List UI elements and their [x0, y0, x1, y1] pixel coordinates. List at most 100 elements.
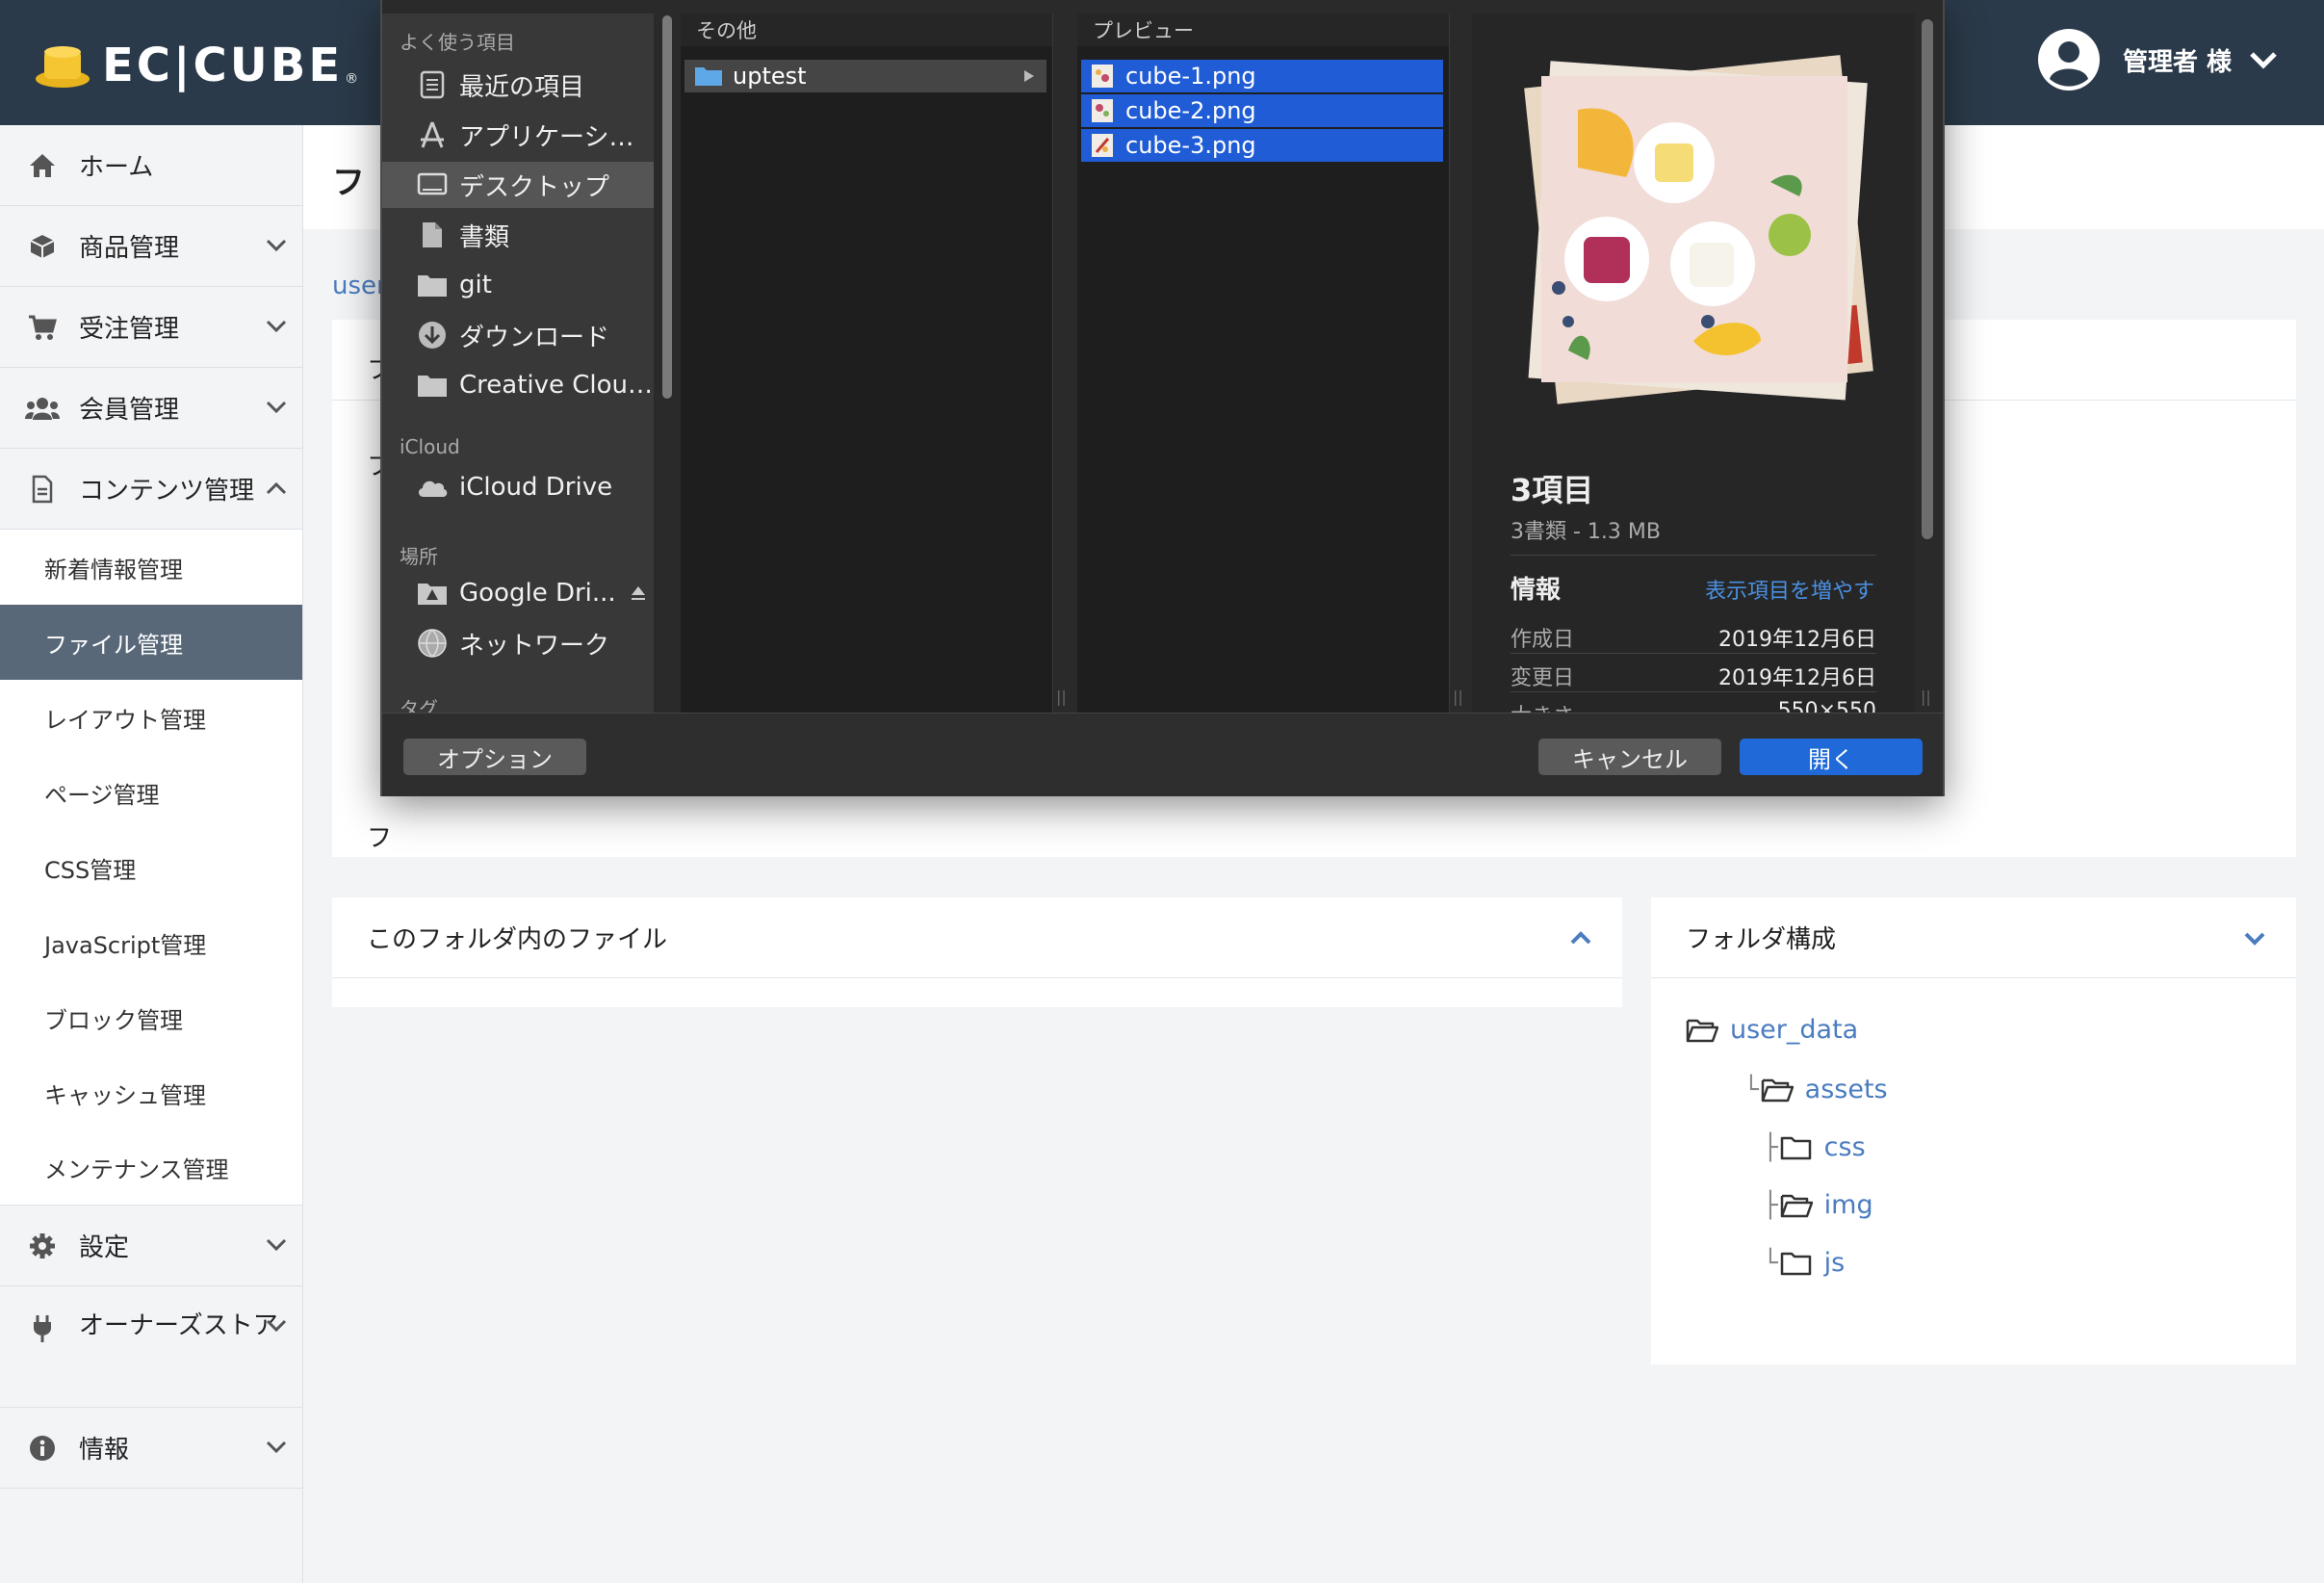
preview-info-row: 大きさ 550×550 — [1511, 699, 1876, 713]
sidebar-subitem-news[interactable]: 新着情報管理 — [0, 530, 302, 605]
desktop-icon — [415, 168, 450, 202]
dialog-sidebar-item-creative-cloud[interactable]: Creative Clou… — [382, 362, 654, 408]
sidebar-item-home[interactable]: ホーム — [0, 125, 302, 206]
column-header: プレビュー — [1077, 13, 1449, 46]
info-value: 2019年12月6日 — [1718, 628, 1876, 652]
folder-tree-item[interactable]: └ assets — [1743, 1075, 1888, 1104]
breadcrumb[interactable]: user — [332, 272, 387, 300]
sidebar-subitem-blocks[interactable]: ブロック管理 — [0, 980, 302, 1055]
sidebar-item-label: 設定 — [79, 1233, 130, 1262]
folder-tree-item[interactable]: └ js — [1763, 1248, 1845, 1278]
file-row-cube-1[interactable]: cube-1.png — [1081, 60, 1443, 92]
sidebar-item-settings[interactable]: 設定 — [0, 1206, 302, 1286]
favorites-heading: よく使う項目 — [400, 31, 515, 54]
sidebar-item-owners-store[interactable]: オーナーズストア — [0, 1286, 302, 1408]
sidebar-item-members[interactable]: 会員管理 — [0, 368, 302, 449]
disclosure-arrow-icon — [1024, 70, 1034, 82]
chevron-down-icon — [266, 1440, 287, 1454]
folder-tree-item[interactable]: ├ css — [1763, 1132, 1866, 1162]
sidebar-item-info[interactable]: 情報 — [0, 1408, 302, 1489]
folder-card-header[interactable]: フォルダ構成 — [1651, 897, 2296, 978]
documents-icon — [415, 218, 450, 252]
file-row-cube-3[interactable]: cube-3.png — [1081, 129, 1443, 162]
sidebar-subitem-cache[interactable]: キャッシュ管理 — [0, 1055, 302, 1130]
dialog-sidebar-item-network[interactable]: ネットワーク — [382, 620, 654, 666]
column-resize-handle[interactable]: || — [1921, 688, 1931, 706]
sidebar-item-label: コンテンツ管理 — [79, 477, 255, 506]
files-card: このフォルダ内のファイル — [332, 897, 1622, 1007]
folder-tree-label: css — [1823, 1132, 1866, 1162]
cancel-button[interactable]: キャンセル — [1538, 739, 1721, 775]
preview-scrollbar[interactable] — [1922, 19, 1933, 539]
open-button[interactable]: 開く — [1740, 739, 1923, 775]
preview-summary: 3書類 - 1.3 MB — [1511, 520, 1661, 544]
folder-open-icon — [1761, 1078, 1794, 1102]
file-row-label: cube-1.png — [1125, 63, 1256, 90]
folder-icon — [415, 368, 450, 402]
files-card-header[interactable]: このフォルダ内のファイル — [332, 897, 1622, 978]
dialog-sidebar-item-desktop[interactable]: デスクトップ — [382, 162, 654, 208]
user-menu[interactable]: 管理者 様 — [2036, 27, 2278, 92]
cloud-icon — [415, 470, 450, 505]
info-value: 550×550 — [1777, 699, 1876, 713]
folder-tree-item[interactable]: ├ img — [1763, 1190, 1873, 1220]
show-more-link[interactable]: 表示項目を増やす — [1705, 574, 1874, 605]
dialog-footer: オプション キャンセル 開く — [382, 713, 1943, 796]
options-button[interactable]: オプション — [403, 739, 586, 775]
column-resize-handle[interactable]: || — [1056, 688, 1067, 706]
sidebar-item-label: 情報 — [79, 1436, 130, 1465]
dialog-sidebar-label: iCloud Drive — [459, 473, 613, 502]
dialog-sidebar-item-google-drive[interactable]: Google Dri... — [382, 570, 654, 616]
folder-icon — [1780, 1252, 1811, 1275]
tree-branch-line: └ — [1763, 1248, 1778, 1278]
image-file-icon — [1092, 65, 1113, 88]
dialog-sidebar-item-documents[interactable]: 書類 — [382, 212, 654, 258]
preview-count-title: 3項目 — [1511, 472, 1594, 508]
sidebar-item-orders[interactable]: 受注管理 — [0, 287, 302, 368]
sidebar-subitem-css[interactable]: CSS管理 — [0, 830, 302, 905]
browser-column-2: プレビュー cube-1.png cube-2.png cube-3.png — [1077, 13, 1449, 713]
locations-heading: 場所 — [400, 545, 438, 568]
dialog-sidebar-item-applications[interactable]: アプリケーシ… — [382, 112, 654, 158]
chevron-down-icon — [266, 239, 287, 252]
dialog-sidebar-label: 最近の項目 — [459, 72, 585, 102]
chevron-down-icon[interactable] — [2242, 926, 2267, 949]
eject-icon[interactable] — [630, 584, 647, 602]
folder-open-icon — [1780, 1194, 1813, 1217]
sidebar-item-products[interactable]: 商品管理 — [0, 206, 302, 287]
info-key: 変更日 — [1511, 666, 1575, 690]
column-divider[interactable] — [1052, 13, 1053, 713]
file-row-cube-2[interactable]: cube-2.png — [1081, 94, 1443, 127]
sidebar-subitem-layout[interactable]: レイアウト管理 — [0, 680, 302, 755]
applications-icon — [415, 117, 450, 152]
sidebar-subitem-maintenance[interactable]: メンテナンス管理 — [0, 1130, 302, 1206]
dialog-sidebar-item-git[interactable]: git — [382, 262, 654, 308]
divider — [1511, 691, 1876, 692]
dialog-sidebar-item-icloud-drive[interactable]: iCloud Drive — [382, 464, 654, 510]
dialog-sidebar-item-recents[interactable]: 最近の項目 — [382, 62, 654, 108]
folder-icon — [415, 268, 450, 302]
sidebar-item-contents[interactable]: コンテンツ管理 — [0, 449, 302, 530]
chevron-down-icon — [266, 1238, 287, 1252]
chevron-up-icon[interactable] — [1568, 926, 1593, 949]
google-drive-icon — [415, 576, 450, 610]
users-icon — [25, 391, 60, 426]
folder-tree-label: img — [1823, 1190, 1873, 1220]
folder-card-title: フォルダ構成 — [1686, 925, 1837, 954]
folder-tree-item[interactable]: user_data — [1686, 1015, 1858, 1045]
folder-row-uptest[interactable]: uptest — [684, 60, 1046, 92]
column-divider[interactable] — [1449, 13, 1450, 713]
sidebar-subitem-pages[interactable]: ページ管理 — [0, 755, 302, 830]
sidebar-subitem-javascript[interactable]: JavaScript管理 — [0, 905, 302, 980]
folder-icon — [695, 67, 722, 86]
file-row-label: cube-3.png — [1125, 132, 1256, 159]
cube-hat-icon — [36, 46, 90, 88]
column-resize-handle[interactable]: || — [1453, 688, 1463, 706]
ec-cube-logo[interactable]: EC|CUBE ® — [33, 39, 358, 92]
dialog-sidebar-scrollbar[interactable] — [662, 15, 672, 399]
sidebar-subitem-file-management[interactable]: ファイル管理 — [0, 605, 302, 680]
folder-tree-label: user_data — [1730, 1015, 1859, 1045]
logo-registered-mark: ® — [345, 71, 359, 87]
dialog-sidebar-item-downloads[interactable]: ダウンロード — [382, 312, 654, 358]
info-key: 作成日 — [1511, 628, 1575, 652]
